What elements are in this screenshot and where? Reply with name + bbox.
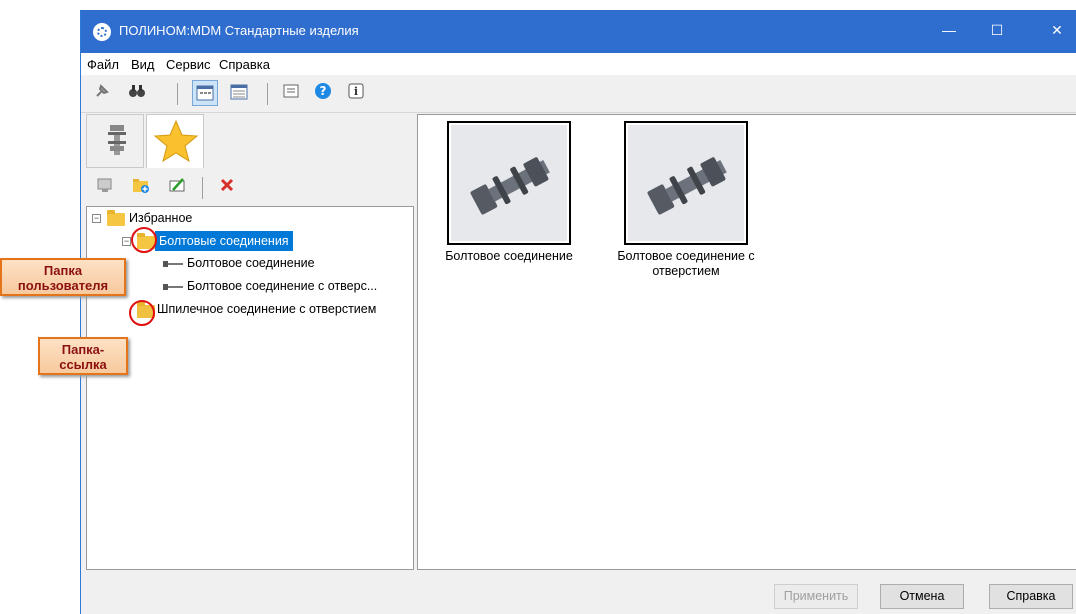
tree-toolbar <box>86 170 416 206</box>
catalog-tab[interactable] <box>86 114 144 168</box>
menu-file[interactable]: Файл <box>87 57 119 72</box>
rename-icon[interactable] <box>166 176 188 198</box>
toolbar-separator <box>177 83 178 105</box>
favorites-panel: − Избранное − Болтовые соединения Болтов… <box>81 114 416 570</box>
help-button[interactable]: Справка <box>989 584 1073 609</box>
bolt-catalog-icon <box>108 125 126 155</box>
close-button[interactable]: ✕ <box>1047 20 1067 40</box>
bolt-icon <box>163 284 183 290</box>
menu-help[interactable]: Справка <box>219 57 270 72</box>
items-view[interactable]: Болтовое соединение Болтовое соединение … <box>417 114 1076 570</box>
app-logo-icon <box>93 23 111 41</box>
panel-tabs <box>86 114 416 168</box>
item-thumbnail[interactable] <box>447 121 571 245</box>
minimize-button[interactable]: — <box>939 20 959 40</box>
tree-item-bolt-joint-hole[interactable]: Болтовое соединение с отверс... <box>187 276 377 296</box>
callout-link-folder: Папка-ссылка <box>38 337 128 375</box>
collapse-toggle[interactable]: − <box>92 214 101 223</box>
bolt-icon <box>163 261 183 267</box>
bolt-joint-image <box>451 125 567 241</box>
collapse-toggle[interactable]: − <box>122 237 131 246</box>
callout-user-folder: Папка пользователя <box>0 258 126 296</box>
window-title: ПОЛИНОМ:MDM Стандартные изделия <box>119 23 359 38</box>
pin-icon[interactable] <box>91 82 113 104</box>
star-icon <box>153 119 199 163</box>
tree-item-stud-joint[interactable]: Шпилечное соединение с отверстием <box>157 299 376 319</box>
favorites-tab[interactable] <box>146 114 204 168</box>
menu-service[interactable]: Сервис <box>166 57 211 72</box>
tree-item-bolt-joint[interactable]: Болтовое соединение <box>187 253 315 273</box>
folder-icon <box>107 210 125 226</box>
cancel-button[interactable]: Отмена <box>880 584 964 609</box>
menu-bar: Файл Вид Сервис Справка <box>81 53 1076 75</box>
item-thumbnail[interactable] <box>624 121 748 245</box>
tree-item-bolt-joints[interactable]: Болтовые соединения <box>155 231 293 251</box>
table-view-icon[interactable] <box>226 80 252 106</box>
favorites-tree[interactable]: − Избранное − Болтовые соединения Болтов… <box>86 206 414 570</box>
svg-text:i: i <box>354 85 358 98</box>
delete-icon[interactable] <box>216 176 238 198</box>
large-icons-view-icon[interactable] <box>192 80 218 106</box>
item-label: Болтовое соединение с отверстием <box>617 249 755 278</box>
info-icon[interactable]: i <box>345 82 367 104</box>
tree-root-label[interactable]: Избранное <box>129 208 192 228</box>
title-bar: ПОЛИНОМ:MDM Стандартные изделия — ☐ ✕ <box>81 10 1076 53</box>
apply-button[interactable]: Применить <box>774 584 858 609</box>
item-label: Болтовое соединение <box>445 249 573 263</box>
highlight-ring <box>131 227 157 253</box>
app-window: ПОЛИНОМ:MDM Стандартные изделия — ☐ ✕ Фа… <box>80 10 1076 614</box>
bolt-joint-hole-image <box>628 125 744 241</box>
apply-icon[interactable] <box>94 176 116 198</box>
add-folder-icon[interactable] <box>130 176 152 198</box>
toolbar-separator <box>202 177 203 199</box>
help-icon[interactable]: ? <box>312 82 334 104</box>
svg-text:?: ? <box>320 84 327 98</box>
main-toolbar: ? i <box>81 76 1076 113</box>
highlight-ring <box>129 300 155 326</box>
menu-view[interactable]: Вид <box>131 57 155 72</box>
toolbar-separator <box>267 83 268 105</box>
binoculars-icon[interactable] <box>126 82 148 104</box>
maximize-button[interactable]: ☐ <box>987 20 1007 40</box>
list-view-icon[interactable] <box>280 82 302 104</box>
